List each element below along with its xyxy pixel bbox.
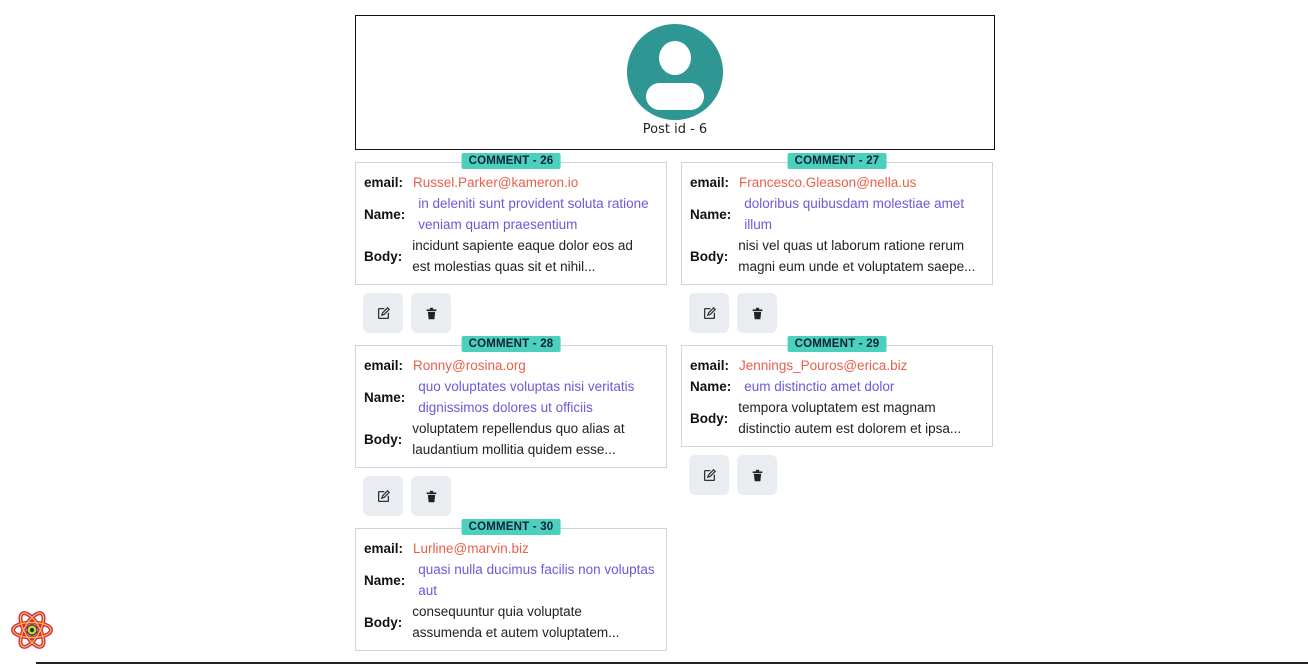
name-label: Name:	[364, 389, 406, 405]
comment-badge: COMMENT - 27	[787, 153, 887, 169]
email-label: email:	[364, 358, 404, 373]
comment-card: COMMENT - 27 email: Francesco.Gleason@ne…	[681, 153, 993, 285]
email-row: email: Lurline@marvin.biz	[364, 538, 529, 559]
email-label: email:	[690, 358, 730, 373]
body-row: Body: voluptatem repellendus quo alias a…	[364, 418, 652, 460]
email-label: email:	[364, 541, 404, 556]
name-label: Name:	[364, 572, 406, 588]
edit-button[interactable]	[363, 293, 403, 333]
comment-card: COMMENT - 30 email: Lurline@marvin.biz N…	[355, 519, 667, 651]
comment-card: COMMENT - 28 email: Ronny@rosina.org Nam…	[355, 336, 667, 468]
name-value: quo voluptates voluptas nisi veritatis d…	[418, 379, 635, 415]
comment-badge: COMMENT - 29	[787, 336, 887, 352]
trash-icon	[752, 469, 762, 481]
body-label: Body:	[690, 410, 729, 426]
name-label: Name:	[690, 206, 732, 222]
name-label: Name:	[690, 379, 732, 394]
name-label: Name:	[364, 206, 406, 222]
edit-icon	[703, 306, 716, 319]
edit-button[interactable]	[363, 476, 403, 516]
comment-badge: COMMENT - 30	[461, 519, 561, 535]
name-value: eum distinctio amet dolor	[744, 379, 895, 394]
email-label: email:	[690, 175, 730, 190]
edit-icon	[377, 306, 390, 319]
body-value: nisi vel quas ut laborum ratione rerum m…	[738, 238, 976, 274]
comment-card: COMMENT - 26 email: Russel.Parker@kamero…	[355, 153, 667, 285]
trash-icon	[426, 307, 436, 319]
email-row: email: Russel.Parker@kameron.io	[364, 172, 578, 193]
body-row: Body: tempora voluptatem est magnam dist…	[690, 397, 978, 439]
comment-card: COMMENT - 29 email: Jennings_Pouros@eric…	[681, 336, 993, 447]
body-row: Body: consequuntur quia voluptate assume…	[364, 601, 652, 643]
email-row: email: Jennings_Pouros@erica.biz	[690, 355, 907, 376]
email-value: Jennings_Pouros@erica.biz	[739, 358, 908, 373]
post-id-label: Post id - 6	[642, 122, 708, 137]
body-value: voluptatem repellendus quo alias at laud…	[412, 421, 625, 457]
email-value: Francesco.Gleason@nella.us	[739, 175, 917, 190]
email-value: Russel.Parker@kameron.io	[413, 175, 579, 190]
name-value: quasi nulla ducimus facilis non voluptas…	[418, 562, 655, 598]
comment-badge: COMMENT - 28	[461, 336, 561, 352]
trash-icon	[426, 490, 436, 502]
body-label: Body:	[364, 431, 403, 447]
email-label: email:	[364, 175, 404, 190]
body-label: Body:	[690, 248, 729, 264]
delete-button[interactable]	[411, 293, 451, 333]
delete-button[interactable]	[737, 293, 777, 333]
user-avatar-icon	[627, 24, 723, 120]
name-row: Name: quasi nulla ducimus facilis non vo…	[364, 559, 658, 601]
body-row: Body: incidunt sapiente eaque dolor eos …	[364, 235, 652, 277]
body-value: incidunt sapiente eaque dolor eos ad est…	[412, 238, 633, 274]
name-value: in deleniti sunt provident soluta ration…	[418, 196, 649, 232]
email-value: Ronny@rosina.org	[413, 358, 526, 373]
name-row: Name: quo voluptates voluptas nisi verit…	[364, 376, 658, 418]
body-label: Body:	[364, 614, 403, 630]
body-value: consequuntur quia voluptate assumenda et…	[412, 604, 620, 640]
trash-icon	[752, 307, 762, 319]
delete-button[interactable]	[411, 476, 451, 516]
name-row: Name: doloribus quibusdam molestiae amet…	[690, 193, 984, 235]
comment-badge: COMMENT - 26	[461, 153, 561, 169]
edit-icon	[377, 489, 390, 502]
body-label: Body:	[364, 248, 403, 264]
edit-button[interactable]	[689, 455, 729, 495]
post-card: Post id - 6	[355, 15, 995, 150]
email-row: email: Ronny@rosina.org	[364, 355, 526, 376]
email-value: Lurline@marvin.biz	[413, 541, 529, 556]
name-row: Name: in deleniti sunt provident soluta …	[364, 193, 658, 235]
delete-button[interactable]	[737, 455, 777, 495]
react-logo-icon[interactable]	[10, 610, 54, 650]
name-row: Name: eum distinctio amet dolor	[690, 376, 984, 397]
body-row: Body: nisi vel quas ut laborum ratione r…	[690, 235, 978, 277]
edit-button[interactable]	[689, 293, 729, 333]
name-value: doloribus quibusdam molestiae amet illum	[744, 196, 965, 232]
email-row: email: Francesco.Gleason@nella.us	[690, 172, 916, 193]
edit-icon	[703, 468, 716, 481]
body-value: tempora voluptatem est magnam distinctio…	[738, 400, 962, 436]
